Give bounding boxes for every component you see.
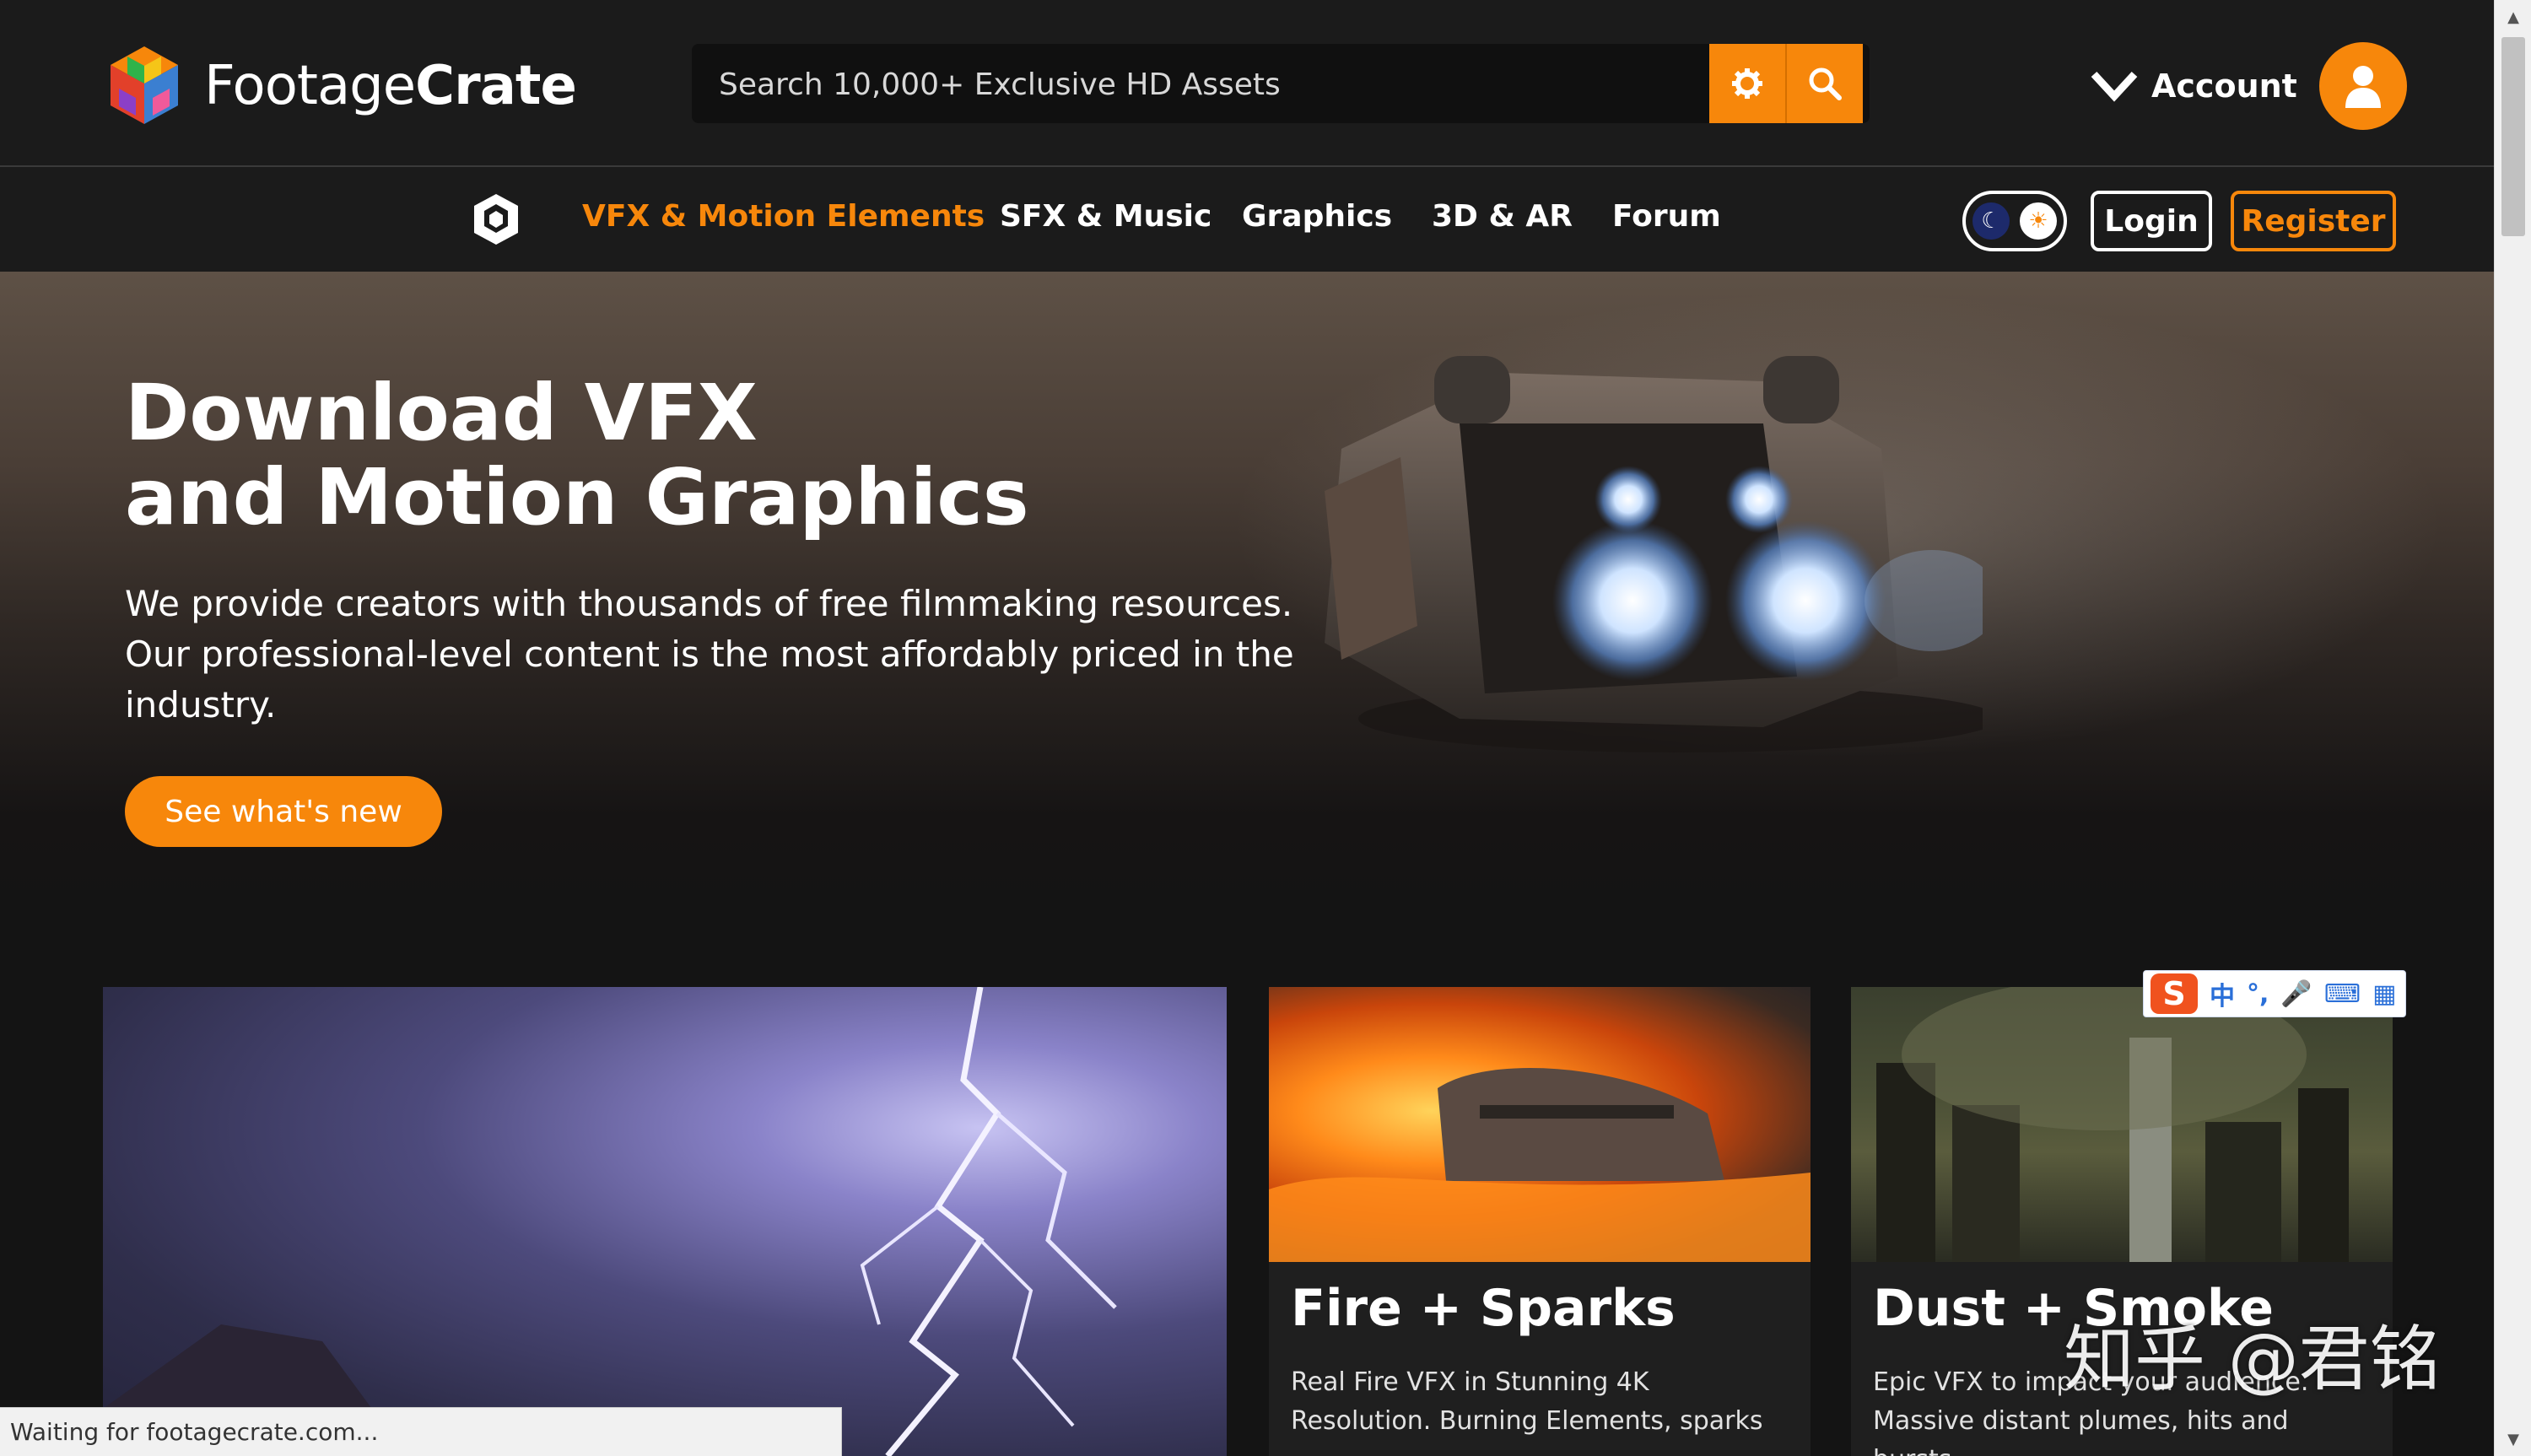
scroll-down-arrow-icon[interactable]: ▼ [2495,1422,2531,1456]
logo-text-light: Footage [204,55,416,117]
search-input[interactable] [717,44,1691,123]
see-whats-new-button[interactable]: See what's new [125,776,442,847]
main-nav: VFX & Motion Elements SFX & Music Graphi… [0,167,2494,272]
lightning-card[interactable] [103,987,1227,1456]
account-label: Account [2151,67,2297,105]
account-menu[interactable]: Account [2089,40,2407,132]
crate-mono-icon[interactable] [466,189,526,250]
fire-sparks-card[interactable]: Fire + Sparks Real Fire VFX in Stunning … [1269,987,1811,1456]
card-description: Real Fire VFX in Stunning 4K Resolution.… [1291,1367,1763,1436]
moon-icon: ☾ [1972,202,2010,240]
hero-title-line1: Download VFX [125,368,758,458]
user-icon [2345,66,2381,108]
nav-forum[interactable]: Forum [1612,199,1721,234]
avatar[interactable] [2318,42,2407,130]
spaceship-image [1325,356,1983,752]
keyboard-icon[interactable]: ⌨ [2324,979,2361,1009]
ime-punctuation-toggle[interactable]: °, [2247,979,2269,1009]
browser-status-bar: Waiting for footagecrate.com... [0,1407,842,1456]
site-logo[interactable]: FootageCrate [98,40,577,132]
hero-section: Download VFX and Motion Graphics We provi… [0,272,2494,913]
fire-sparks-image [1269,987,1811,1262]
register-button[interactable]: Register [2231,191,2396,251]
hero-description: We provide creators with thousands of fr… [125,583,1294,725]
hero-title: Download VFX and Motion Graphics [125,371,1029,540]
ime-toolbar: S 中 °, 🎤 ⌨ ▦ [2143,970,2406,1017]
gear-icon [1732,68,1762,99]
login-button[interactable]: Login [2091,191,2212,251]
crate-logo-icon [111,46,178,124]
zhihu-watermark: 知乎 @君铭 [2064,1318,2441,1400]
search-settings-button[interactable] [1709,44,1787,123]
search-icon [1809,67,1842,100]
nav-vfx-motion-elements[interactable]: VFX & Motion Elements [582,199,985,234]
sun-icon: ☀ [2020,202,2057,240]
chevron-down-icon [2091,71,2138,102]
grid-menu-icon[interactable]: ▦ [2372,979,2396,1009]
scrollbar-thumb[interactable] [2501,37,2525,236]
search-submit-button[interactable] [1787,44,1863,123]
dust-smoke-image [1851,987,2393,1262]
page-scrollbar[interactable]: ▲ ▼ [2494,0,2531,1456]
ime-logo-icon[interactable]: S [2151,973,2198,1014]
nav-graphics[interactable]: Graphics [1242,199,1392,234]
card-title: Fire + Sparks [1291,1279,1676,1338]
burning-plane-graphic [1269,1068,1811,1262]
lightning-image [103,987,1117,1456]
search-bar [692,44,1870,123]
nav-3d-ar[interactable]: 3D & AR [1432,199,1573,234]
theme-toggle[interactable]: ☾ ☀ [1962,191,2067,251]
ime-language-toggle[interactable]: 中 [2210,975,2235,1012]
microphone-icon[interactable]: 🎤 [2280,979,2312,1009]
smoky-city-graphic [1876,987,2349,1262]
hero-title-line2: and Motion Graphics [125,452,1029,542]
top-bar: FootageCrate Account [0,0,2494,167]
nav-sfx-music[interactable]: SFX & Music [1000,199,1212,234]
scroll-up-arrow-icon[interactable]: ▲ [2495,0,2531,34]
logo-wordmark: FootageCrate [204,55,577,117]
logo-text-bold: Crate [415,55,577,117]
